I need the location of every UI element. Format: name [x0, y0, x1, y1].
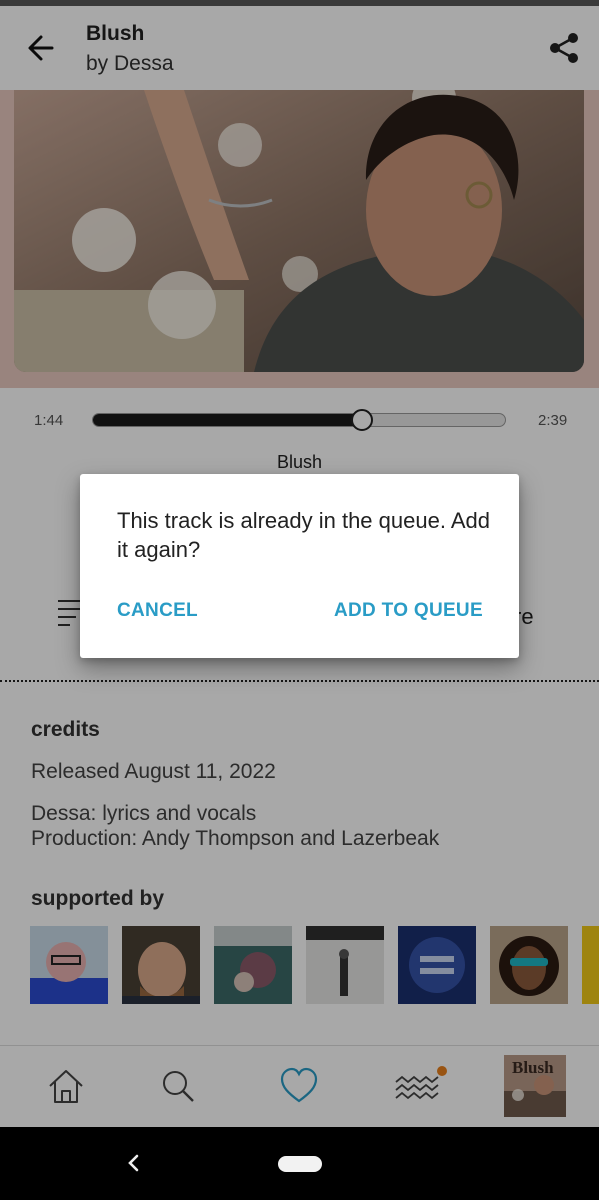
system-back-button[interactable]	[120, 1149, 148, 1177]
cancel-button[interactable]: CANCEL	[117, 600, 198, 622]
system-home-pill[interactable]	[278, 1156, 322, 1172]
queue-confirm-dialog: This track is already in the queue. Add …	[80, 474, 519, 658]
add-to-queue-button[interactable]: ADD TO QUEUE	[334, 600, 483, 622]
system-navigation-bar	[0, 1127, 599, 1200]
chevron-left-icon	[128, 1154, 139, 1172]
dialog-message: This track is already in the queue. Add …	[117, 508, 490, 562]
